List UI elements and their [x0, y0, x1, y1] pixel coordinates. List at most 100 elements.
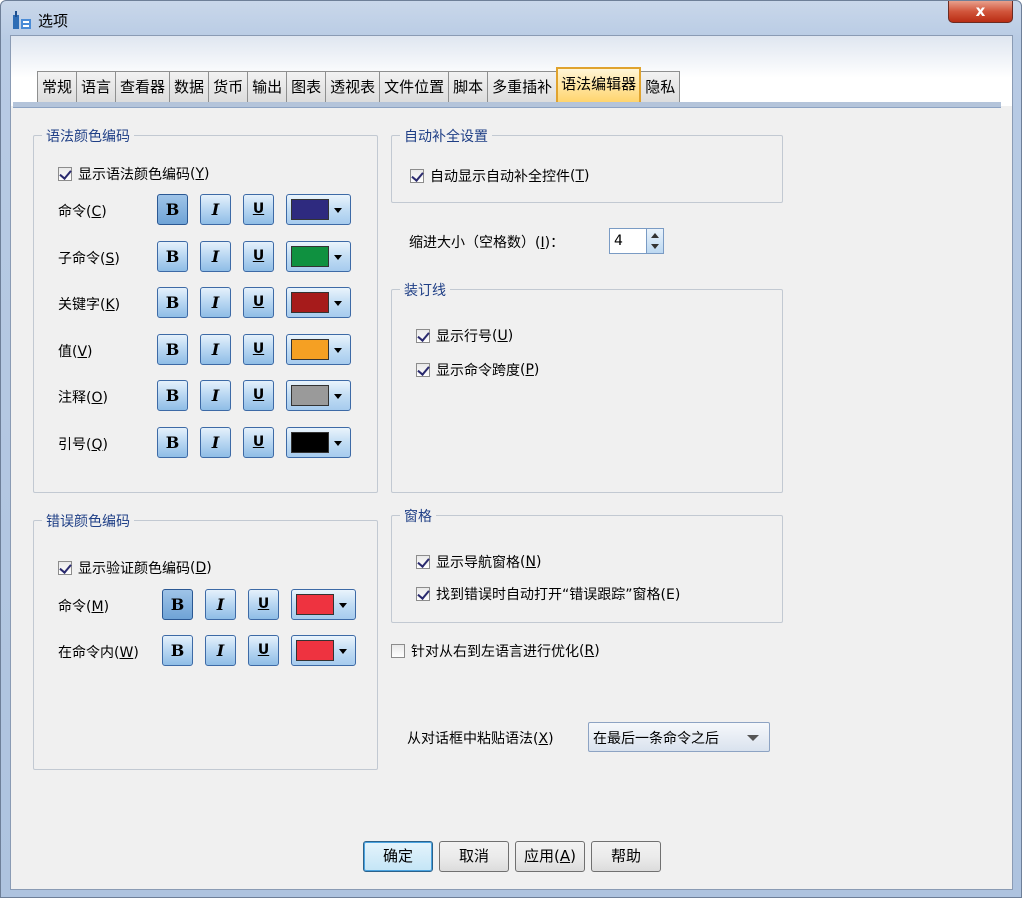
rtl-optimize-checkbox[interactable]: 针对从右到左语言进行优化(R) — [391, 641, 600, 661]
spinner-buttons[interactable] — [646, 229, 663, 253]
tab-8[interactable]: 文件位置 — [379, 71, 449, 103]
bold-toggle-button[interactable]: B — [157, 380, 188, 411]
apply-button[interactable]: 应用(A) — [515, 841, 585, 872]
tab-11[interactable]: 语法编辑器 — [556, 67, 642, 103]
group-title: 窗格 — [400, 506, 436, 526]
checkbox-box[interactable] — [416, 329, 430, 343]
row-label-text: 子命令 — [58, 250, 100, 267]
bold-toggle-button[interactable]: B — [157, 426, 188, 458]
spin-down-icon[interactable] — [651, 244, 659, 249]
tab-10[interactable]: 多重插补 — [487, 71, 557, 103]
checkbox-label: 显示验证颜色编码 — [78, 561, 190, 577]
indent-value[interactable]: 4 — [614, 233, 623, 249]
apply-label: 应用 — [524, 847, 555, 865]
bold-toggle-button[interactable]: B — [157, 333, 188, 365]
bold-toggle-button[interactable]: B — [162, 635, 193, 666]
chevron-down-icon[interactable] — [334, 254, 342, 260]
tab-12[interactable]: 隐私 — [641, 71, 681, 103]
chevron-down-icon[interactable] — [339, 603, 347, 608]
chevron-down-icon[interactable] — [747, 735, 759, 741]
color-row-label: 命令(M) — [58, 599, 110, 615]
italic-toggle-button[interactable]: I — [205, 589, 236, 620]
tab-2[interactable]: 查看器 — [115, 71, 170, 103]
color-picker-button[interactable] — [286, 240, 351, 272]
checkbox-box[interactable] — [416, 363, 430, 377]
ok-button[interactable]: 确定 — [363, 841, 433, 872]
chevron-down-icon[interactable] — [339, 649, 347, 654]
checkbox-label: 自动显示自动补全控件 — [430, 169, 570, 185]
underline-toggle-button[interactable]: U — [248, 589, 279, 620]
chevron-down-icon[interactable] — [334, 394, 342, 399]
color-picker-button[interactable] — [286, 333, 351, 365]
show-validation-color-checkbox[interactable]: 显示验证颜色编码(D) — [58, 558, 212, 578]
checkbox-box[interactable] — [391, 644, 405, 658]
underline-toggle-button[interactable]: U — [243, 287, 274, 318]
tab-5[interactable]: 输出 — [247, 71, 287, 103]
color-picker-button[interactable] — [286, 426, 351, 458]
access-key: X — [538, 731, 549, 747]
close-button[interactable]: x — [948, 1, 1013, 23]
chevron-down-icon[interactable] — [334, 208, 342, 213]
tab-6[interactable]: 图表 — [286, 71, 326, 103]
italic-toggle-button[interactable]: I — [200, 194, 231, 225]
underline-toggle-button[interactable]: U — [243, 240, 274, 272]
bold-toggle-button[interactable]: B — [162, 589, 193, 620]
color-row-label: 引号(Q) — [58, 436, 108, 453]
show-command-span-checkbox[interactable]: 显示命令跨度(P) — [416, 360, 539, 380]
chevron-down-icon[interactable] — [334, 301, 342, 306]
italic-toggle-button[interactable]: I — [200, 287, 231, 318]
help-button[interactable]: 帮助 — [591, 841, 661, 872]
underline-toggle-button[interactable]: U — [243, 194, 274, 225]
syntax-color-group: 语法颜色编码 显示语法颜色编码(Y) 命令(C) B I U 子命令(S) B I U 关键字(… — [33, 126, 378, 493]
show-syntax-color-checkbox[interactable]: 显示语法颜色编码(Y) — [58, 164, 210, 184]
color-picker-button[interactable] — [286, 380, 351, 411]
auto-open-error-trace-checkbox[interactable]: 找到错误时自动打开“错误跟踪”窗格(E) — [416, 584, 680, 604]
spin-up-icon[interactable] — [651, 233, 659, 238]
access-key: V — [77, 343, 88, 360]
show-line-numbers-checkbox[interactable]: 显示行号(U) — [416, 326, 513, 346]
color-picker-button[interactable] — [291, 635, 356, 666]
italic-toggle-button[interactable]: I — [200, 240, 231, 272]
color-picker-button[interactable] — [286, 194, 351, 225]
color-picker-button[interactable] — [286, 287, 351, 318]
chevron-down-icon[interactable] — [334, 347, 342, 353]
checkbox-box[interactable] — [410, 169, 424, 183]
access-key: O — [91, 390, 103, 406]
tab-1[interactable]: 语言 — [76, 71, 116, 103]
row-label-text: 引号 — [58, 436, 86, 453]
show-navigation-pane-checkbox[interactable]: 显示导航窗格(N) — [416, 552, 541, 572]
access-key: Q — [91, 436, 103, 453]
bold-toggle-button[interactable]: B — [157, 194, 188, 225]
bold-toggle-button[interactable]: B — [157, 240, 188, 272]
chevron-down-icon[interactable] — [334, 440, 342, 446]
underline-toggle-button[interactable]: U — [243, 426, 274, 458]
color-row-label: 命令(C) — [58, 204, 107, 220]
tab-7[interactable]: 透视表 — [325, 71, 380, 103]
underline-toggle-button[interactable]: U — [243, 380, 274, 411]
tab-4[interactable]: 货币 — [208, 71, 248, 103]
tab-3[interactable]: 数据 — [169, 71, 209, 103]
bold-toggle-button[interactable]: B — [157, 287, 188, 318]
indent-size-spinner[interactable]: 4 — [609, 228, 664, 254]
checkbox-box[interactable] — [416, 587, 430, 601]
tab-0[interactable]: 常规 — [37, 71, 77, 103]
checkbox-box[interactable] — [416, 555, 430, 569]
checkbox-box[interactable] — [58, 561, 72, 575]
paste-syntax-dropdown[interactable]: 在最后一条命令之后 — [588, 722, 770, 752]
checkbox-label: 找到错误时自动打开“错误跟踪”窗格(E) — [436, 587, 681, 603]
underline-toggle-button[interactable]: U — [243, 333, 274, 365]
italic-toggle-button[interactable]: I — [200, 333, 231, 365]
auto-show-autocomplete-checkbox[interactable]: 自动显示自动补全控件(T) — [410, 166, 590, 186]
italic-toggle-button[interactable]: I — [200, 380, 231, 411]
tab-9[interactable]: 脚本 — [448, 71, 488, 103]
row-label-text: 关键字 — [58, 297, 100, 313]
color-picker-button[interactable] — [291, 589, 356, 620]
checkbox-box[interactable] — [58, 167, 72, 181]
options-dialog: 选项 x 常规 语言 查看器 数据 货币 输出 图表 透视表 文件位置 脚本 多重插补 语法编辑器 隐私… — [0, 0, 1022, 898]
cancel-button[interactable]: 取消 — [439, 841, 509, 872]
italic-toggle-button[interactable]: I — [200, 426, 231, 458]
italic-toggle-button[interactable]: I — [205, 635, 236, 666]
underline-toggle-button[interactable]: U — [248, 635, 279, 666]
access-key: M — [91, 599, 104, 615]
title-bar[interactable]: 选项 x — [1, 1, 1021, 35]
